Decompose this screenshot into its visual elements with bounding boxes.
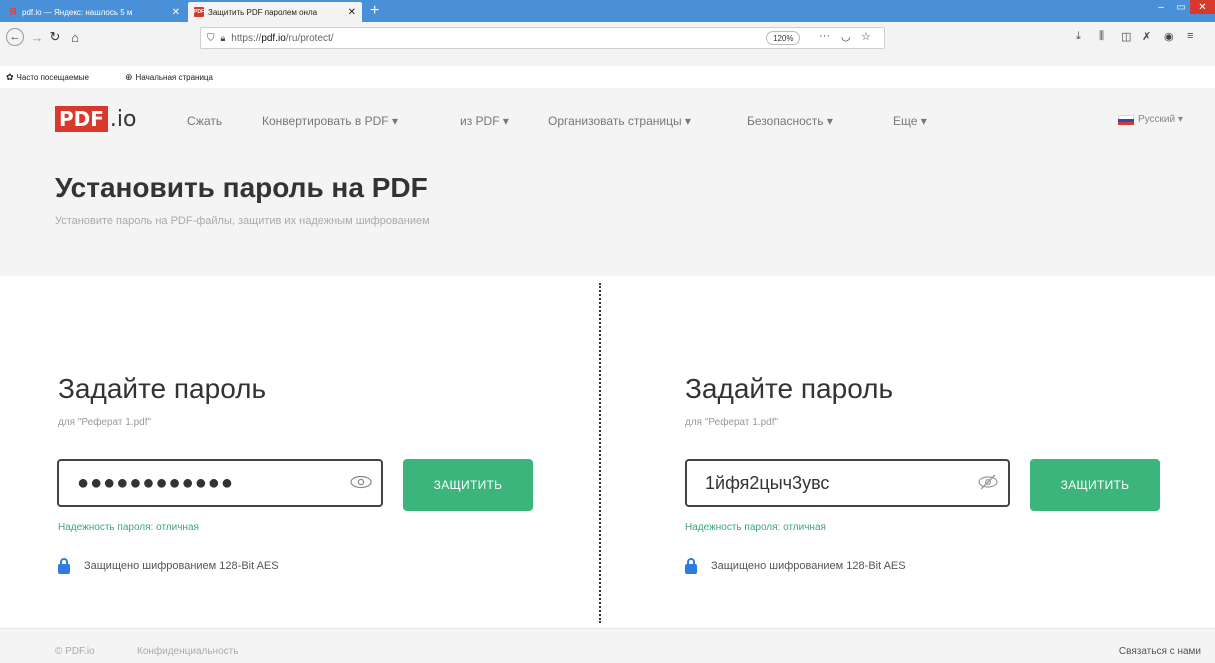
star-icon[interactable]: ☆ <box>861 30 871 43</box>
tab-yandex-search[interactable]: Я pdf.io — Яндекс: нашлось 5 м ✕ <box>2 2 186 22</box>
back-icon[interactable]: ← <box>6 28 24 46</box>
password-strength: Надежность пароля: отличная <box>685 522 826 533</box>
sidebar-icon[interactable]: ◫ <box>1121 30 1131 43</box>
url-scheme: https:// <box>231 32 262 44</box>
nav-more[interactable]: Еще ▾ <box>893 114 927 128</box>
menu-icon[interactable]: ≡ <box>1187 30 1193 42</box>
protect-button[interactable]: ЗАЩИТИТЬ <box>1030 459 1160 511</box>
russian-flag-icon <box>1118 114 1134 125</box>
nav-compress[interactable]: Сжать <box>187 114 222 128</box>
encryption-note: Защищено шифрованием 128-Bit AES <box>58 558 279 574</box>
pocket-icon[interactable]: ◡ <box>841 30 851 43</box>
panel-divider <box>599 283 601 623</box>
more-icon[interactable]: ··· <box>819 30 830 42</box>
password-field[interactable]: ●●●●●●●●●●●● <box>57 459 383 507</box>
bookmark-start-page[interactable]: ⊕ Начальная страница <box>125 72 213 83</box>
contact-link[interactable]: Связаться с нами <box>1119 646 1201 657</box>
copyright: © PDF.io <box>55 646 95 657</box>
account-icon[interactable]: ◉ <box>1164 30 1174 43</box>
maximize-icon[interactable]: ▭ <box>1172 0 1190 14</box>
reload-icon[interactable]: ↻ <box>44 26 66 48</box>
eye-slash-icon[interactable] <box>968 474 1008 493</box>
pdf-favicon-icon: PDF <box>194 7 204 17</box>
gear-icon: ✿ <box>6 72 14 82</box>
encryption-note: Защищено шифрованием 128-Bit AES <box>685 558 906 574</box>
browser-window: Я pdf.io — Яндекс: нашлось 5 м ✕ PDF Защ… <box>0 0 1215 663</box>
file-name-label: для "Реферат 1.pdf" <box>58 417 152 428</box>
page-subtitle: Установите пароль на PDF-файлы, защитив … <box>55 215 430 227</box>
lock-icon <box>58 558 70 574</box>
logo-pdf: PDF <box>55 106 108 132</box>
zoom-indicator[interactable]: 120% <box>766 31 801 45</box>
language-label: Русский ▾ <box>1138 114 1183 125</box>
url-path: /ru/protect/ <box>285 32 334 44</box>
nav-organize-pages[interactable]: Организовать страницы ▾ <box>548 114 691 128</box>
page-title: Установить пароль на PDF <box>55 172 428 203</box>
panel-title: Задайте пароль <box>685 373 894 404</box>
panel-title: Задайте пароль <box>58 373 267 404</box>
tab-strip: Я pdf.io — Яндекс: нашлось 5 м ✕ PDF Защ… <box>0 0 1215 22</box>
privacy-link[interactable]: Конфиденциальность <box>137 646 238 657</box>
nav-from-pdf[interactable]: из PDF ▾ <box>460 114 509 128</box>
site-logo[interactable]: PDF .io <box>55 105 137 133</box>
library-icon[interactable]: ⫼ <box>1099 30 1104 43</box>
navigation-bar: ← → ↻ ⌂ ⛉ 🔒︎ https://pdf.io/ru/protect/ … <box>0 22 1215 66</box>
file-name-label: для "Реферат 1.pdf" <box>685 417 779 428</box>
eye-icon[interactable] <box>341 475 381 492</box>
password-value: 1йфя2цыч3увс <box>705 472 830 493</box>
protect-button[interactable]: ЗАЩИТИТЬ <box>403 459 533 511</box>
logo-io: .io <box>109 106 137 132</box>
close-tab-icon[interactable]: ✕ <box>348 7 356 18</box>
tab-title: pdf.io — Яндекс: нашлось 5 м <box>22 7 133 17</box>
encryption-label: Защищено шифрованием 128-Bit AES <box>711 560 906 572</box>
tab-pdf-protect[interactable]: PDF Защитить PDF паролем онла ✕ <box>188 2 362 22</box>
bookmark-label: Часто посещаемые <box>16 73 89 82</box>
close-tab-icon[interactable]: ✕ <box>172 7 180 18</box>
language-selector[interactable]: Русский ▾ <box>1118 114 1183 125</box>
window-close-icon[interactable]: ✕ <box>1190 0 1215 14</box>
password-field[interactable]: 1йфя2цыч3увс <box>685 459 1010 507</box>
tab-title: Защитить PDF паролем онла <box>208 7 318 17</box>
bookmark-most-visited[interactable]: ✿ Часто посещаемые <box>6 72 89 83</box>
lock-icon <box>685 558 697 574</box>
bookmark-label: Начальная страница <box>135 73 213 82</box>
yandex-favicon-icon: Я <box>9 6 17 18</box>
address-bar[interactable]: ⛉ 🔒︎ https://pdf.io/ru/protect/ 120% ···… <box>200 27 885 49</box>
nav-security[interactable]: Безопасность ▾ <box>747 114 833 128</box>
secure-lock-icon[interactable]: 🔒︎ <box>221 33 226 44</box>
tracking-shield-icon[interactable]: ⛉ <box>207 33 215 44</box>
new-tab-button[interactable]: + <box>370 2 379 20</box>
minimize-icon[interactable]: – <box>1152 0 1170 14</box>
download-icon[interactable]: ⤓ <box>1076 30 1081 43</box>
nav-convert-to-pdf[interactable]: Конвертировать в PDF ▾ <box>262 114 398 128</box>
extension-icon[interactable]: ✗ <box>1142 30 1151 43</box>
home-icon[interactable]: ⌂ <box>64 26 86 48</box>
globe-icon: ⊕ <box>125 72 133 82</box>
password-strength: Надежность пароля: отличная <box>58 522 199 533</box>
password-value: ●●●●●●●●●●●● <box>77 471 234 494</box>
url-host: pdf.io <box>261 32 286 44</box>
encryption-label: Защищено шифрованием 128-Bit AES <box>84 560 279 572</box>
